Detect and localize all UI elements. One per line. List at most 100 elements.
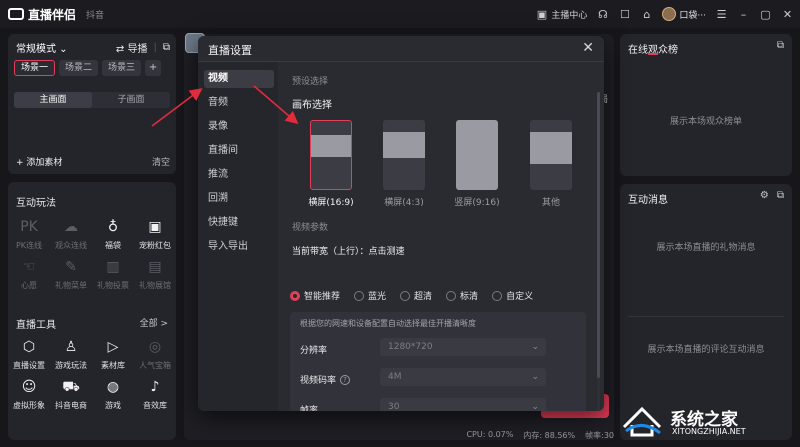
nav-stream-push[interactable]: 推流	[204, 166, 274, 184]
chevron-down-icon: ⌄	[531, 342, 539, 352]
live-tool-item-icon: ⬡	[22, 339, 36, 355]
live-tool-item[interactable]: ⬡ 直播设置	[8, 338, 50, 378]
interactive-play-item[interactable]: ▤ 礼物展馆	[134, 258, 176, 298]
live-tool-item[interactable]: ⛟ 抖音电商	[50, 378, 92, 418]
settings-icon[interactable]: ⚙	[760, 190, 769, 201]
nav-replay[interactable]: 回溯	[204, 190, 274, 208]
notification-icon[interactable]: ⌂	[640, 8, 653, 21]
live-tool-item-label: 音效库	[143, 401, 167, 410]
canvas-option-4-3[interactable]	[383, 120, 425, 190]
preset-bluray[interactable]: 蓝光	[354, 289, 386, 302]
nav-audio[interactable]: 音频	[204, 94, 274, 112]
watermark-logo-icon	[622, 406, 662, 437]
scene-tab-1[interactable]: 场景一	[14, 60, 56, 76]
live-tool-item[interactable]: ◍ 游戏	[92, 378, 134, 418]
live-tool-item[interactable]: ♙ 游戏玩法	[50, 338, 92, 378]
interactive-play-item[interactable]: ☁ 观众连线	[50, 218, 92, 258]
popout-icon[interactable]: ⧉	[777, 40, 784, 51]
audience-rank-panel: 在线观众榜 ⧉ 展示本场观众榜单	[620, 34, 792, 176]
add-scene-button[interactable]: +	[145, 60, 162, 76]
preset-smart[interactable]: 智能推荐	[290, 289, 340, 302]
bitrate-select[interactable]: 4M ⌄	[380, 368, 546, 386]
scrollbar-thumb[interactable]	[597, 92, 600, 378]
resolution-label: 分辨率	[300, 346, 328, 356]
audience-rank-empty: 展示本场观众榜单	[669, 117, 742, 127]
window-close-icon[interactable]: ✕	[781, 8, 794, 21]
live-tool-item-icon: ◍	[106, 379, 120, 395]
nav-shortcuts[interactable]: 快捷键	[204, 214, 274, 232]
preset-section-label: 预设选择	[292, 77, 329, 87]
tab-sub-view[interactable]: 子画面	[92, 92, 170, 108]
interactive-play-item-label: 观众连线	[55, 241, 87, 250]
live-tools-title: 直播工具	[16, 320, 56, 331]
live-tool-item-label: 直播设置	[13, 361, 45, 370]
popout-icon[interactable]: ⧉	[163, 42, 170, 53]
headset-icon[interactable]: ☊	[596, 8, 609, 21]
scene-tab-2[interactable]: 场景二	[59, 60, 99, 76]
live-tool-item[interactable]: ☺ 虚拟形象	[8, 378, 50, 418]
watermark: 系统之家 XITONGZHIJIA.NET	[616, 403, 790, 439]
canvas-option-other[interactable]	[530, 120, 572, 190]
param-note: 根据您的网速和设备配置自动选择最佳开播清晰度	[300, 319, 476, 328]
interactive-play-item[interactable]: PK PK连线	[8, 218, 50, 258]
mode-select[interactable]: 常规模式 ⌄	[16, 40, 68, 55]
interactive-play-item[interactable]: ▥ 礼物投票	[92, 258, 134, 298]
preset-custom[interactable]: 自定义	[492, 289, 533, 302]
live-settings-dialog: 直播设置 ✕ 视频 音频 录像 直播间 推流 回溯 快捷键 导入导出 预设选择 …	[198, 36, 604, 411]
anchor-center-button[interactable]: ▣ 主播中心	[535, 8, 588, 21]
live-tool-item[interactable]: ◎ 人气宝箱	[134, 338, 176, 378]
interactive-play-item[interactable]: ✎ 礼物菜单	[50, 258, 92, 298]
preset-standard[interactable]: 标清	[446, 289, 478, 302]
live-tool-item-label: 抖音电商	[55, 401, 87, 410]
title-bar: 直播伴侣 抖音 ▣ 主播中心 ☊ ☐ ⌂ 口袋··· ☰ – ▢ ✕	[0, 0, 800, 28]
popout-icon[interactable]: ⧉	[777, 190, 784, 201]
user-menu[interactable]: 口袋···	[662, 7, 706, 21]
live-tool-item-icon: ◎	[148, 339, 162, 355]
interactive-play-item-icon: ▥	[106, 259, 120, 275]
settings-body: 预设选择 画布选择 横屏(16:9) 横屏(4:3) 竖屏(9:16) 其他 视…	[278, 62, 604, 411]
canvas-label-4-3: 横屏(4:3)	[384, 198, 424, 208]
guide-button[interactable]: ⇄ 导播	[116, 40, 148, 55]
preset-ultra[interactable]: 超清	[400, 289, 432, 302]
interactive-play-item-label: 礼物投票	[97, 281, 129, 290]
nav-import-export[interactable]: 导入导出	[204, 238, 274, 256]
interactive-play-item[interactable]: ▣ 宠粉红包	[134, 218, 176, 258]
interactive-play-item[interactable]: ☜ 心愿	[8, 258, 50, 298]
maximize-icon[interactable]: ▢	[759, 8, 772, 21]
framerate-select[interactable]: 30 ⌄	[380, 398, 546, 411]
avatar	[662, 7, 677, 21]
nav-video[interactable]: 视频	[204, 70, 274, 88]
all-tools-link[interactable]: 全部 >	[140, 316, 168, 329]
live-tool-item[interactable]: ♪ 音效库	[134, 378, 176, 418]
live-tool-item[interactable]: ▷ 素材库	[92, 338, 134, 378]
resolution-select[interactable]: 1280*720 ⌄	[380, 338, 546, 356]
close-icon[interactable]: ✕	[582, 40, 594, 56]
clear-button[interactable]: 清空	[152, 155, 170, 168]
interactive-play-item-label: 福袋	[105, 241, 121, 250]
tab-main-view[interactable]: 主画面	[14, 92, 92, 108]
interactive-play-item-label: 宠粉红包	[139, 241, 171, 250]
nav-recording[interactable]: 录像	[204, 118, 274, 136]
canvas-label-other: 其他	[541, 198, 560, 208]
status-bar: CPU: 0.07% 内存: 88.56% 帧率:30	[466, 430, 614, 441]
video-params-label: 视频参数	[292, 223, 329, 233]
menu-icon[interactable]: ☰	[715, 8, 728, 21]
canvas-option-16-9[interactable]	[310, 120, 352, 190]
live-tool-item-label: 游戏	[105, 401, 121, 410]
framerate-label: 帧率	[300, 406, 319, 411]
settings-nav: 视频 音频 录像 直播间 推流 回溯 快捷键 导入导出	[198, 62, 278, 411]
interactive-play-item-icon: ♁	[107, 219, 119, 235]
frame-rate: 帧率:30	[585, 431, 614, 440]
interactive-play-item-label: PK连线	[15, 241, 43, 250]
canvas-option-9-16[interactable]	[456, 120, 498, 190]
help-icon[interactable]: ?	[340, 374, 351, 385]
interactive-play-item[interactable]: ♁ 福袋	[92, 218, 134, 258]
scene-tab-3[interactable]: 场景三	[102, 60, 142, 76]
add-material-button[interactable]: + 添加素材	[16, 155, 62, 168]
canvas-label-16-9: 横屏(16:9)	[308, 198, 354, 208]
live-tool-item-label: 人气宝箱	[139, 361, 171, 370]
message-icon[interactable]: ☐	[618, 8, 631, 21]
nav-live-room[interactable]: 直播间	[204, 142, 274, 160]
bandwidth-test-link[interactable]: 当前带宽（上行）：点击测速	[292, 244, 405, 257]
minimize-icon[interactable]: –	[737, 8, 750, 21]
